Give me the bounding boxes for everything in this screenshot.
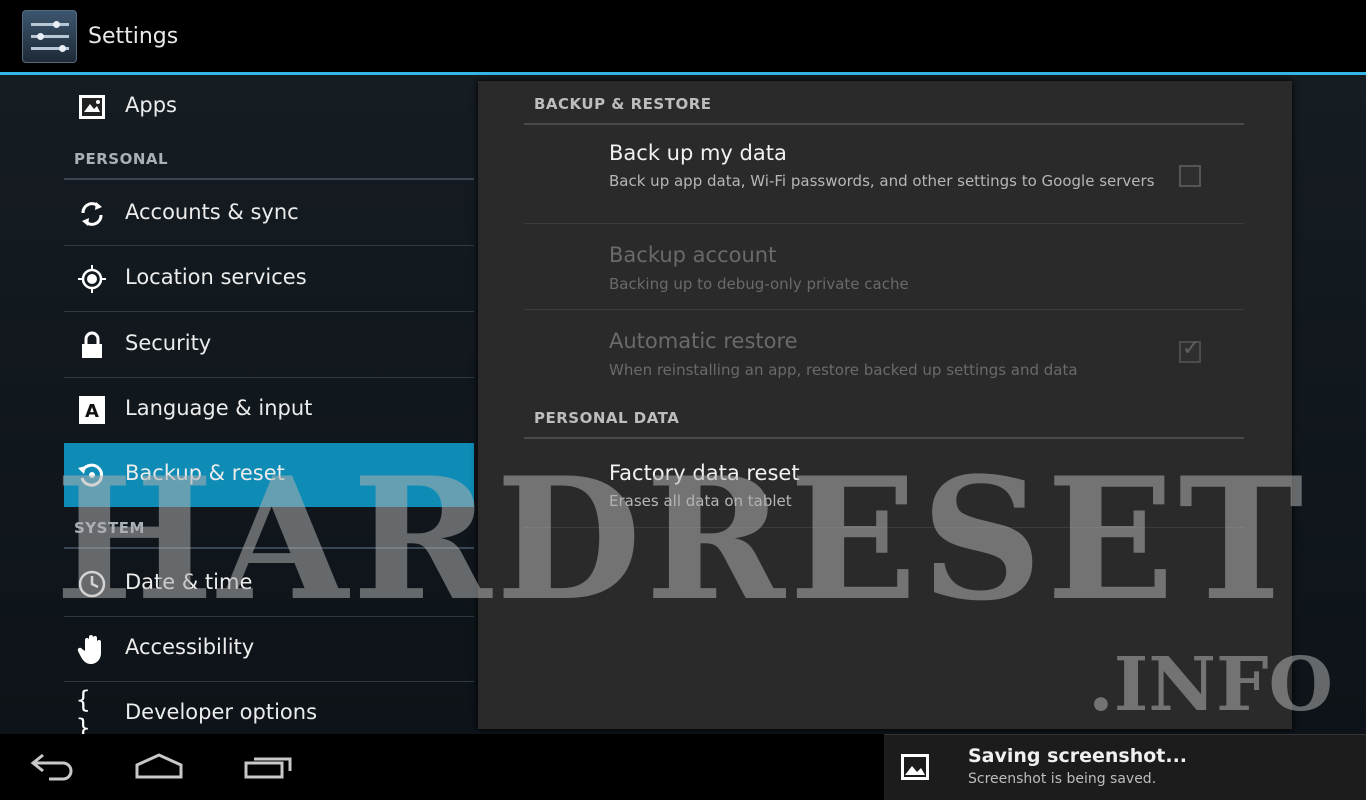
list-divider bbox=[64, 245, 474, 246]
checkmark-icon: ✓ bbox=[1182, 336, 1201, 361]
nav-item-label: Language & input bbox=[125, 396, 313, 420]
hand-icon bbox=[76, 633, 108, 665]
nav-item-language-input[interactable]: A Language & input bbox=[64, 378, 474, 442]
pref-title: Back up my data bbox=[609, 141, 787, 165]
location-icon bbox=[76, 263, 108, 295]
apps-icon bbox=[76, 91, 108, 123]
pref-title: Backup account bbox=[609, 243, 777, 267]
settings-sliders-icon[interactable] bbox=[22, 10, 77, 63]
row-divider bbox=[524, 309, 1244, 310]
screenshot-notification[interactable]: Saving screenshot... Screenshot is being… bbox=[884, 734, 1366, 800]
settings-list: Apps PERSONAL Accounts & sync Location s… bbox=[64, 75, 474, 742]
image-icon bbox=[900, 753, 930, 781]
nav-item-security[interactable]: Security bbox=[64, 313, 474, 377]
pref-title: Automatic restore bbox=[609, 329, 798, 353]
action-bar: Settings bbox=[0, 0, 1366, 72]
nav-item-apps[interactable]: Apps bbox=[64, 75, 474, 139]
nav-item-label: Apps bbox=[125, 93, 177, 117]
nav-item-label: Security bbox=[125, 331, 212, 355]
nav-item-label: Developer options bbox=[125, 700, 318, 724]
list-divider bbox=[64, 311, 474, 312]
section-divider bbox=[64, 547, 474, 549]
page-title: Settings bbox=[88, 24, 179, 49]
automatic-restore-checkbox: ✓ bbox=[1179, 336, 1201, 363]
section-header-backup-restore: BACKUP & RESTORE bbox=[534, 95, 712, 113]
home-button[interactable] bbox=[129, 746, 189, 786]
back-icon bbox=[30, 753, 73, 781]
main-area: Apps PERSONAL Accounts & sync Location s… bbox=[0, 75, 1366, 742]
backup-reset-panel: BACKUP & RESTORE Back up my data Back up… bbox=[478, 81, 1292, 729]
recents-icon bbox=[244, 757, 292, 779]
pref-summary: When reinstalling an app, restore backed… bbox=[609, 361, 1078, 379]
nav-item-label: Location services bbox=[125, 265, 307, 289]
pref-summary: Erases all data on tablet bbox=[609, 492, 792, 510]
nav-item-accessibility[interactable]: Accessibility bbox=[64, 617, 474, 681]
row-divider bbox=[524, 527, 1244, 528]
nav-item-label: Accessibility bbox=[125, 635, 255, 659]
row-divider bbox=[524, 223, 1244, 224]
nav-item-accounts-sync[interactable]: Accounts & sync bbox=[64, 182, 474, 246]
sync-icon bbox=[76, 198, 108, 230]
nav-item-label: Backup & reset bbox=[125, 461, 285, 485]
notification-title: Saving screenshot... bbox=[968, 745, 1188, 767]
language-icon: A bbox=[76, 394, 108, 426]
nav-item-label: Date & time bbox=[125, 570, 253, 594]
pref-title: Factory data reset bbox=[609, 461, 800, 485]
back-button[interactable] bbox=[24, 746, 84, 786]
nav-item-backup-reset[interactable]: Backup & reset bbox=[64, 443, 474, 507]
lock-icon bbox=[76, 329, 108, 361]
section-divider bbox=[64, 178, 474, 180]
recents-button[interactable] bbox=[238, 746, 298, 786]
section-divider bbox=[524, 437, 1244, 439]
section-divider bbox=[524, 123, 1244, 125]
nav-item-location-services[interactable]: Location services bbox=[64, 247, 474, 311]
section-header-personal: PERSONAL bbox=[74, 150, 169, 168]
clock-icon bbox=[76, 568, 108, 600]
braces-icon: { } bbox=[76, 686, 91, 742]
nav-item-date-time[interactable]: Date & time bbox=[64, 552, 474, 616]
pref-summary: Backing up to debug-only private cache bbox=[609, 275, 909, 293]
section-header-system: SYSTEM bbox=[74, 519, 145, 537]
notification-subtitle: Screenshot is being saved. bbox=[968, 771, 1157, 787]
svg-text:A: A bbox=[85, 401, 99, 422]
section-header-personal-data: PERSONAL DATA bbox=[534, 409, 680, 427]
backup-my-data-checkbox[interactable] bbox=[1179, 165, 1201, 187]
pref-summary: Back up app data, Wi-Fi passwords, and o… bbox=[609, 172, 1155, 190]
backup-icon bbox=[76, 459, 108, 491]
home-icon bbox=[135, 753, 183, 779]
system-navigation-bar: Saving screenshot... Screenshot is being… bbox=[0, 734, 1366, 800]
nav-item-label: Accounts & sync bbox=[125, 200, 299, 224]
